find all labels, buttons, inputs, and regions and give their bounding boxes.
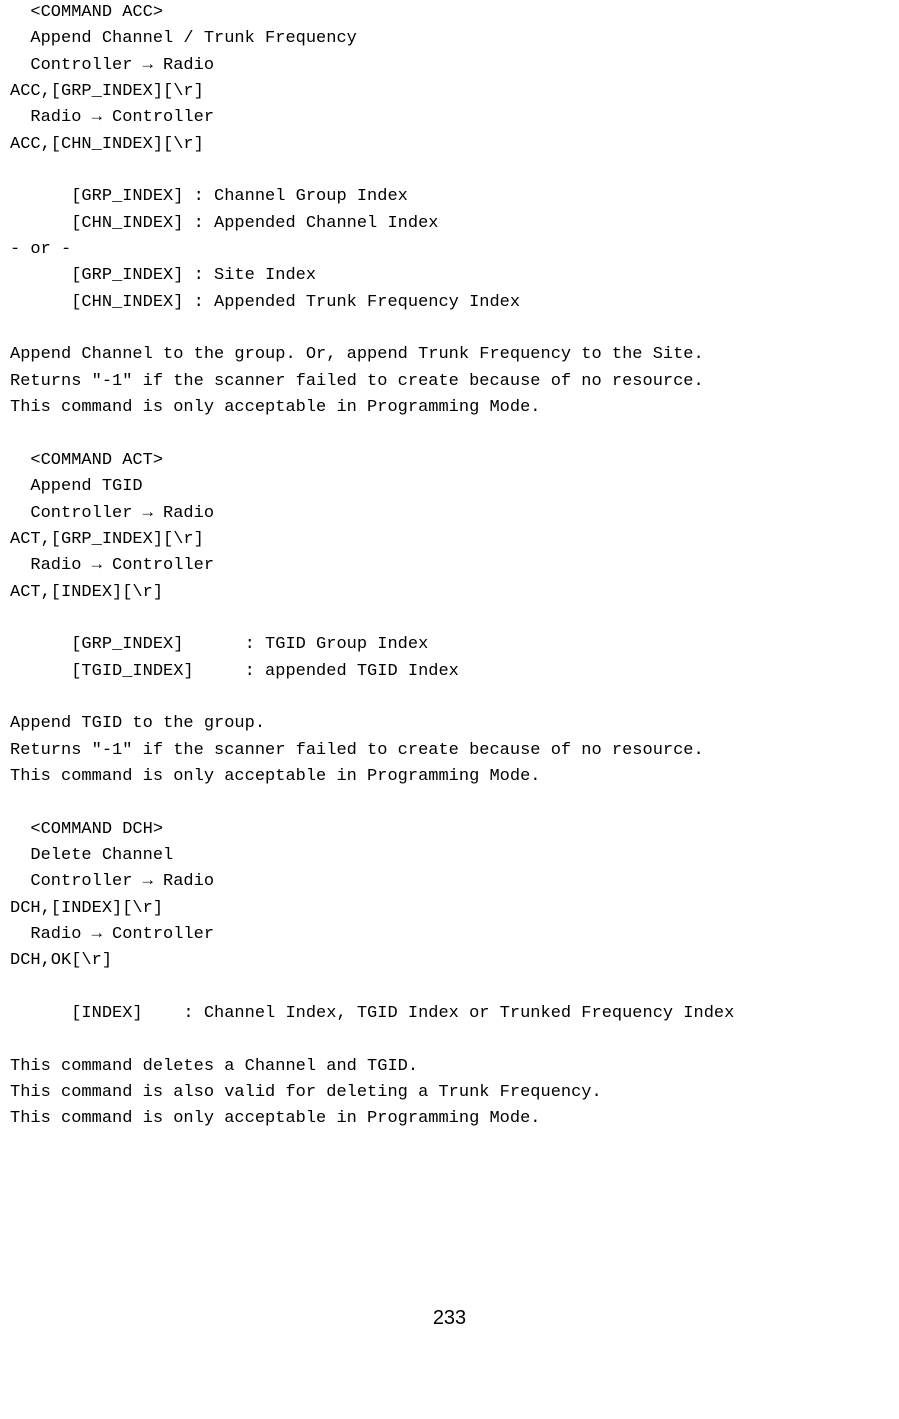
acc-desc-3: This command is only acceptable in Progr… [10, 395, 889, 421]
page-number: 233 [10, 1303, 889, 1334]
blank-line [10, 606, 889, 632]
command-block-acc: <COMMAND ACC> Append Channel / Trunk Fre… [10, 0, 889, 422]
act-r2c-label: Radio → Controller [10, 553, 889, 579]
acc-title: Append Channel / Trunk Frequency [10, 26, 889, 52]
dch-param-1: [INDEX] : Channel Index, TGID Index or T… [10, 1001, 889, 1027]
dch-title: Delete Channel [10, 843, 889, 869]
dch-r2c-cmd: DCH,OK[\r] [10, 948, 889, 974]
acc-desc-2: Returns "-1" if the scanner failed to cr… [10, 369, 889, 395]
blank-line [10, 1027, 889, 1053]
blank-line [10, 316, 889, 342]
act-c2r-cmd: ACT,[GRP_INDEX][\r] [10, 527, 889, 553]
acc-header: <COMMAND ACC> [10, 0, 889, 26]
blank-line [10, 685, 889, 711]
act-param-1: [GRP_INDEX] : TGID Group Index [10, 632, 889, 658]
dch-r2c-label: Radio → Controller [10, 922, 889, 948]
act-title: Append TGID [10, 474, 889, 500]
acc-param-1: [GRP_INDEX] : Channel Group Index [10, 184, 889, 210]
acc-r2c-cmd: ACC,[CHN_INDEX][\r] [10, 132, 889, 158]
acc-param-4: [CHN_INDEX] : Appended Trunk Frequency I… [10, 290, 889, 316]
command-block-act: <COMMAND ACT> Append TGID Controller → R… [10, 448, 889, 790]
acc-c2r-cmd: ACC,[GRP_INDEX][\r] [10, 79, 889, 105]
blank-line [10, 790, 889, 816]
act-param-2: [TGID_INDEX] : appended TGID Index [10, 659, 889, 685]
acc-or: - or - [10, 237, 889, 263]
acc-param-3: [GRP_INDEX] : Site Index [10, 263, 889, 289]
blank-line [10, 422, 889, 448]
dch-desc-1: This command deletes a Channel and TGID. [10, 1054, 889, 1080]
dch-c2r-cmd: DCH,[INDEX][\r] [10, 896, 889, 922]
acc-desc-1: Append Channel to the group. Or, append … [10, 342, 889, 368]
dch-desc-3: This command is only acceptable in Progr… [10, 1106, 889, 1132]
dch-header: <COMMAND DCH> [10, 817, 889, 843]
act-desc-1: Append TGID to the group. [10, 711, 889, 737]
acc-r2c-label: Radio → Controller [10, 105, 889, 131]
act-c2r-label: Controller → Radio [10, 501, 889, 527]
act-desc-3: This command is only acceptable in Progr… [10, 764, 889, 790]
act-r2c-cmd: ACT,[INDEX][\r] [10, 580, 889, 606]
blank-line [10, 975, 889, 1001]
blank-line [10, 158, 889, 184]
act-desc-2: Returns "-1" if the scanner failed to cr… [10, 738, 889, 764]
dch-desc-2: This command is also valid for deleting … [10, 1080, 889, 1106]
acc-param-2: [CHN_INDEX] : Appended Channel Index [10, 211, 889, 237]
command-block-dch: <COMMAND DCH> Delete Channel Controller … [10, 817, 889, 1133]
acc-c2r-label: Controller → Radio [10, 53, 889, 79]
dch-c2r-label: Controller → Radio [10, 869, 889, 895]
act-header: <COMMAND ACT> [10, 448, 889, 474]
